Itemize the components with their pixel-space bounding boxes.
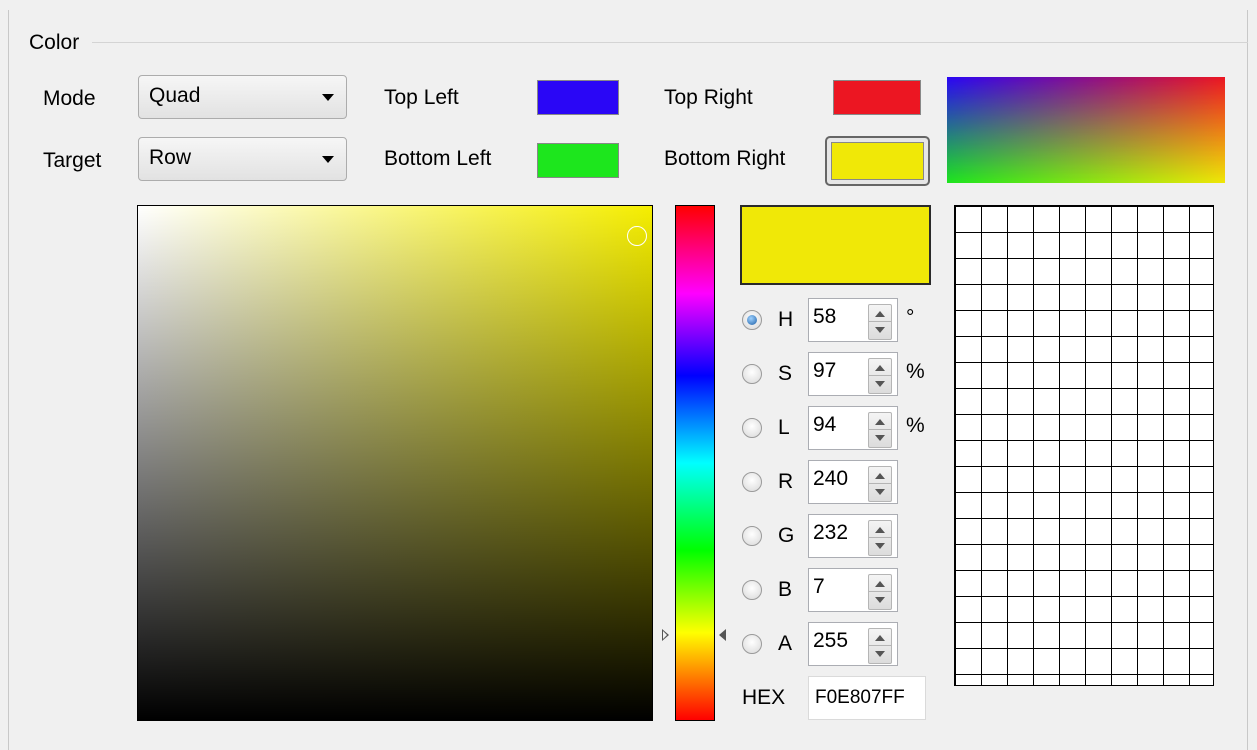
bottom-right-color-swatch[interactable] [825, 136, 930, 186]
top-left-color-swatch[interactable] [537, 80, 619, 115]
channel-unit: % [906, 414, 925, 437]
channel-unit: % [906, 360, 925, 383]
spin-arrows-icon[interactable] [868, 412, 892, 448]
channel-value[interactable]: 97 [813, 359, 836, 383]
channel-label: S [778, 362, 793, 385]
top-right-label: Top Right [664, 86, 753, 109]
hue-marker-right-icon[interactable] [719, 629, 726, 641]
channel-radio-g[interactable] [742, 526, 762, 546]
channel-spinbox-h[interactable]: 58 [808, 298, 898, 342]
mode-value: Quad [149, 84, 201, 107]
target-value: Row [149, 146, 192, 169]
picker-cursor[interactable] [627, 226, 647, 246]
channel-spinbox-l[interactable]: 94 [808, 406, 898, 450]
spin-arrows-icon[interactable] [868, 466, 892, 502]
channel-label: B [778, 578, 793, 601]
channel-value[interactable]: 240 [813, 467, 848, 491]
chevron-down-icon [322, 94, 334, 101]
bottom-left-color-swatch[interactable] [537, 143, 619, 178]
channel-value[interactable]: 7 [813, 575, 825, 599]
spin-arrows-icon[interactable] [868, 358, 892, 394]
channel-value[interactable]: 94 [813, 413, 836, 437]
target-dropdown[interactable]: Row [138, 137, 347, 181]
channel-spinbox-a[interactable]: 255 [808, 622, 898, 666]
channel-radio-s[interactable] [742, 364, 762, 384]
channel-spinbox-g[interactable]: 232 [808, 514, 898, 558]
top-left-label: Top Left [384, 86, 459, 109]
quad-gradient-preview [947, 77, 1225, 183]
hex-label: HEX [742, 686, 786, 709]
channel-unit: ° [906, 306, 915, 329]
saturation-value-picker[interactable] [137, 205, 653, 721]
channel-label: A [778, 632, 793, 655]
top-right-color-swatch[interactable] [833, 80, 921, 115]
channel-label: G [778, 524, 795, 547]
bottom-right-label: Bottom Right [664, 147, 786, 170]
spin-arrows-icon[interactable] [868, 520, 892, 556]
current-color-preview [740, 205, 931, 285]
spin-arrows-icon[interactable] [868, 628, 892, 664]
channel-spinbox-r[interactable]: 240 [808, 460, 898, 504]
channel-radio-a[interactable] [742, 634, 762, 654]
bottom-left-label: Bottom Left [384, 147, 492, 170]
channel-radio-h[interactable] [742, 310, 762, 330]
hex-input[interactable]: F0E807FF [808, 676, 926, 720]
hue-marker-left-icon[interactable] [662, 629, 669, 641]
channel-value[interactable]: 58 [813, 305, 836, 329]
channel-radio-b[interactable] [742, 580, 762, 600]
channel-label: L [778, 416, 790, 439]
group-divider [92, 42, 1248, 43]
channel-spinbox-s[interactable]: 97 [808, 352, 898, 396]
hue-slider[interactable] [675, 205, 715, 721]
mode-dropdown[interactable]: Quad [138, 75, 347, 119]
group-title: Color [29, 31, 80, 54]
channel-spinbox-b[interactable]: 7 [808, 568, 898, 612]
bottom-right-color-fill [831, 142, 924, 180]
channel-value[interactable]: 255 [813, 629, 848, 653]
spin-arrows-icon[interactable] [868, 304, 892, 340]
channel-value[interactable]: 232 [813, 521, 848, 545]
chevron-down-icon [322, 156, 334, 163]
channel-label: R [778, 470, 794, 493]
target-label: Target [43, 149, 102, 172]
mode-label: Mode [43, 87, 96, 110]
channel-radio-l[interactable] [742, 418, 762, 438]
channel-label: H [778, 308, 794, 331]
palette-grid[interactable] [954, 205, 1214, 686]
spin-arrows-icon[interactable] [868, 574, 892, 610]
channel-radio-r[interactable] [742, 472, 762, 492]
